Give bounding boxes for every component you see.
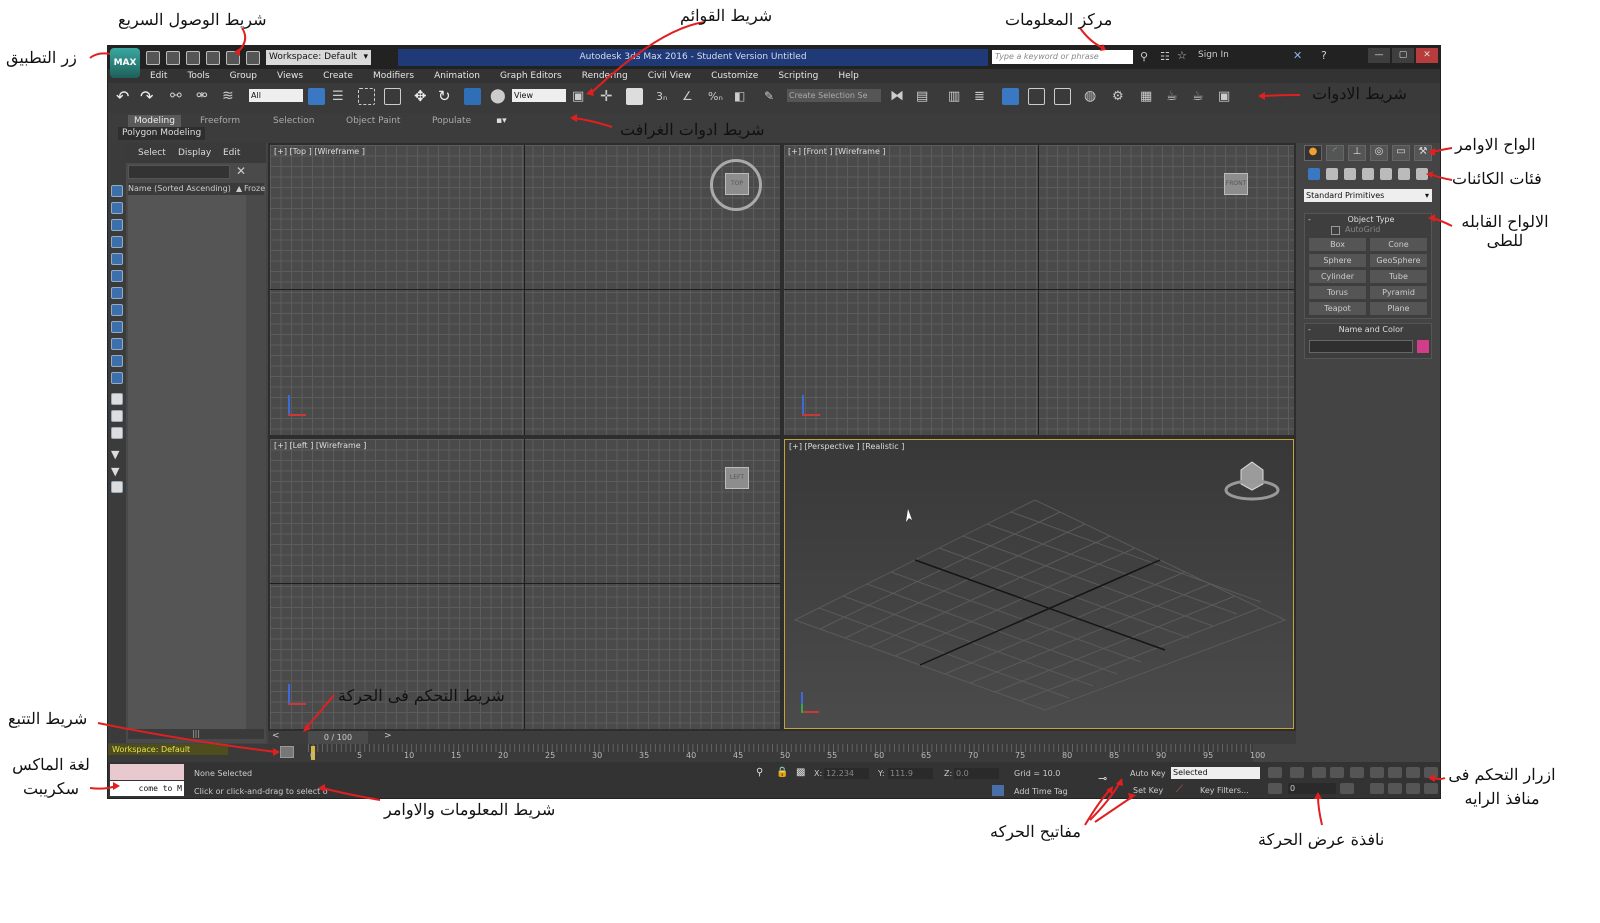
label-anim-keys: مفاتيح الحركه bbox=[990, 822, 1081, 841]
label-menu-bar: شريط القوائم bbox=[680, 6, 773, 25]
label-object-categories: فئات الكائنات bbox=[1452, 169, 1542, 188]
label-info-bar: شريط المعلومات والاوامر bbox=[384, 800, 556, 819]
label-graphite: شريط ادوات الغرافت bbox=[620, 120, 765, 139]
label-anim-playback: نافذة عرض الحركة bbox=[1258, 830, 1385, 849]
label-rollouts: الالواح القابله للطى bbox=[1461, 212, 1549, 250]
label-info-center: مركز المعلومات bbox=[1005, 10, 1113, 29]
label-viewport-nav: ازرار التحكم فى منافذ الرايه bbox=[1448, 765, 1556, 808]
label-track-bar: شريط التتبع bbox=[8, 709, 88, 728]
label-app-button: زر التطبيق bbox=[6, 48, 77, 67]
label-toolbar: شريط الادوات bbox=[1312, 84, 1407, 103]
app-logo-text: MAX bbox=[113, 58, 137, 68]
label-quick-access: شريط الوصول السريع bbox=[118, 10, 267, 29]
annotation-arrows bbox=[89, 21, 1453, 826]
application-button[interactable]: MAX bbox=[110, 48, 140, 78]
label-maxscript: لغة الماكس سكريبت bbox=[12, 755, 90, 798]
label-time-slider: شريط التحكم فى الحركة bbox=[338, 686, 505, 705]
label-command-panels: الواح الاوامر bbox=[1455, 135, 1536, 154]
